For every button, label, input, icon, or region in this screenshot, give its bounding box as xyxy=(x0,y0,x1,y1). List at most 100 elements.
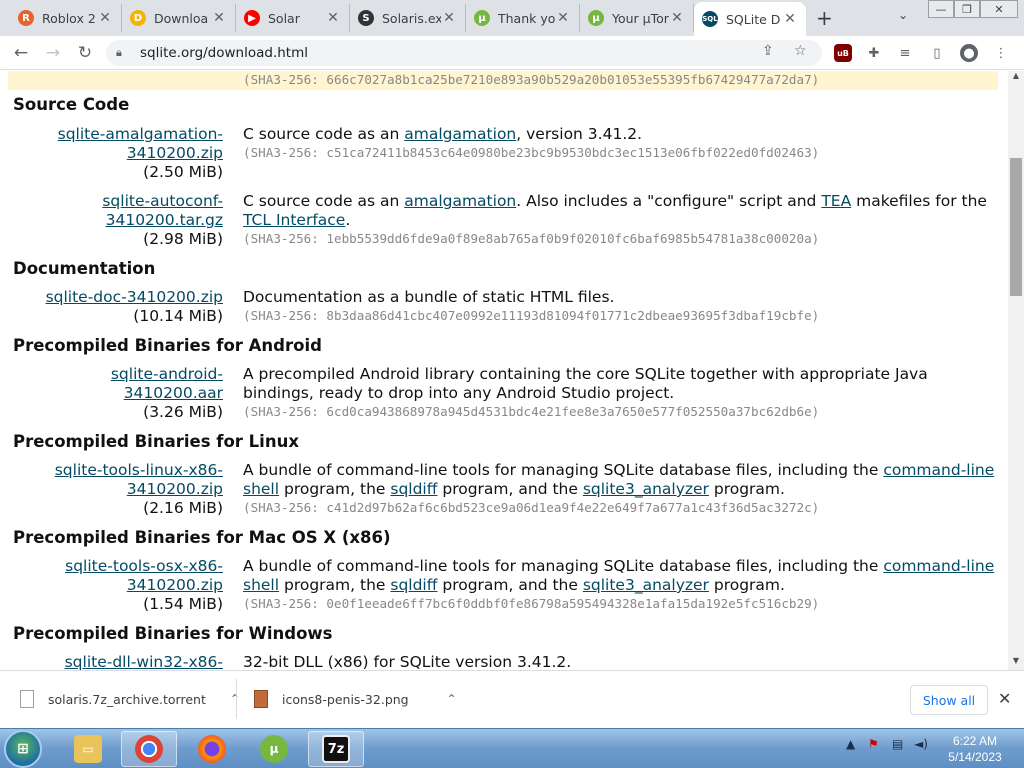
url-text[interactable]: sqlite.org/download.html xyxy=(140,45,308,61)
start-button[interactable]: ⊞ xyxy=(4,730,42,768)
chrome-taskbar-button[interactable] xyxy=(121,731,177,767)
close-window-button[interactable]: ✕ xyxy=(980,0,1018,18)
description-fragment: A bundle of command-line tools for manag… xyxy=(243,557,884,575)
section-heading: Precompiled Binaries for Windows xyxy=(13,624,333,643)
download-file-link[interactable]: 3410200.zip xyxy=(58,144,223,163)
file-size: (10.14 MiB) xyxy=(133,307,223,325)
7zip-taskbar-button[interactable]: 7z xyxy=(308,731,364,767)
reload-icon[interactable]: ↻ xyxy=(74,42,96,64)
download-file-link[interactable]: sqlite-tools-osx-x86- xyxy=(65,557,223,576)
chevron-up-icon[interactable]: ⌃ xyxy=(230,692,240,706)
browser-tab[interactable]: ▶ Solar ✕ xyxy=(236,4,350,32)
download-filename[interactable]: solaris.7z_archive.torrent xyxy=(48,692,206,707)
download-file-link[interactable]: 3410200.zip xyxy=(55,480,223,499)
download-file-link[interactable]: 3410200.aar xyxy=(111,384,223,403)
browser-tab[interactable]: µ Thank yo ✕ xyxy=(466,4,580,32)
scroll-up-arrow-icon[interactable]: ▲ xyxy=(1008,71,1024,85)
download-item[interactable]: solaris.7z_archive.torrent ⌃ xyxy=(20,681,240,717)
maximize-button[interactable]: ❐ xyxy=(954,0,980,18)
download-filename[interactable]: icons8-penis-32.png xyxy=(282,692,409,707)
menu-kebab-icon[interactable]: ⋮ xyxy=(992,44,1010,62)
doc-link[interactable]: amalgamation xyxy=(404,125,516,143)
file-description: 32-bit DLL (x86) for SQLite version 3.41… xyxy=(243,653,1003,670)
explorer-taskbar-button[interactable]: ▭ xyxy=(60,731,116,767)
bookmark-star-icon[interactable]: ☆ xyxy=(794,43,807,59)
download-file-link[interactable]: sqlite-tools-linux-x86- xyxy=(55,461,223,480)
doc-link[interactable]: sqlite3_analyzer xyxy=(583,480,709,498)
page-content: (SHA3-256: 666c7027a8b1ca25be7210e893a90… xyxy=(0,71,1008,670)
doc-link[interactable]: sqldiff xyxy=(390,480,437,498)
tab-close-icon[interactable]: ✕ xyxy=(669,10,685,26)
new-tab-button[interactable]: + xyxy=(816,6,833,30)
back-arrow-icon[interactable]: ← xyxy=(10,42,32,64)
minimize-button[interactable]: — xyxy=(928,0,954,18)
browser-toolbar: ← → ↻ 🔒︎ sqlite.org/download.html ⇪ ☆ uB… xyxy=(0,36,1024,70)
download-file-link[interactable]: sqlite-doc-3410200.zip xyxy=(46,288,223,307)
download-file-link[interactable]: 3410200.zip xyxy=(65,576,223,595)
description-fragment: program, and the xyxy=(437,576,583,594)
tab-favicon-icon: ▶ xyxy=(244,10,260,26)
forward-arrow-icon[interactable]: → xyxy=(42,42,64,64)
doc-link[interactable]: TEA xyxy=(821,192,851,210)
scroll-down-arrow-icon[interactable]: ▼ xyxy=(1008,656,1024,670)
tab-close-icon[interactable]: ✕ xyxy=(97,10,113,26)
sha-hash: (SHA3-256: 8b3daa86d41cbc407e0992e11193d… xyxy=(243,308,820,323)
file-description: C source code as an amalgamation, versio… xyxy=(243,125,1003,162)
network-icon[interactable]: ▤ xyxy=(892,737,903,751)
side-panel-icon[interactable]: ▯ xyxy=(928,44,946,62)
description-fragment: program, and the xyxy=(437,480,583,498)
download-file-link[interactable]: sqlite-dll-win32-x86- xyxy=(65,653,223,670)
media-control-icon[interactable]: ≡ xyxy=(896,44,914,62)
close-icon[interactable]: ✕ xyxy=(998,689,1011,708)
browser-tab[interactable]: R Roblox 2 ✕ xyxy=(10,4,122,32)
share-icon[interactable]: ⇪ xyxy=(762,43,774,59)
volume-icon[interactable]: ◄) xyxy=(914,737,928,751)
tab-close-icon[interactable]: ✕ xyxy=(211,10,227,26)
doc-link[interactable]: sqldiff xyxy=(390,576,437,594)
address-bar[interactable]: 🔒︎ sqlite.org/download.html ⇪ ☆ xyxy=(106,40,822,66)
tab-title: Your µTor xyxy=(612,10,669,26)
browser-tab[interactable]: S Solaris.ex ✕ xyxy=(350,4,466,32)
tab-close-icon[interactable]: ✕ xyxy=(441,10,457,26)
browser-tab[interactable]: µ Your µTor ✕ xyxy=(580,4,694,32)
vertical-scrollbar[interactable]: ▲ ▼ xyxy=(1008,71,1024,670)
download-shelf: solaris.7z_archive.torrent ⌃ icons8-peni… xyxy=(0,670,1024,728)
top-sha-hash: (SHA3-256: 666c7027a8b1ca25be7210e893a90… xyxy=(243,72,820,87)
download-file-link[interactable]: sqlite-android- xyxy=(111,365,223,384)
doc-link[interactable]: sqlite3_analyzer xyxy=(583,576,709,594)
download-item[interactable]: icons8-penis-32.png ⌃ xyxy=(254,681,457,717)
chevron-up-icon[interactable]: ⌃ xyxy=(447,692,457,706)
show-all-button[interactable]: Show all xyxy=(910,685,988,715)
utorrent-taskbar-button[interactable]: µ xyxy=(246,731,302,767)
tab-close-icon[interactable]: ✕ xyxy=(555,10,571,26)
system-clock[interactable]: 6:22 AM 5/14/2023 xyxy=(940,733,1010,765)
doc-link[interactable]: amalgamation xyxy=(404,192,516,210)
description-fragment: , version 3.41.2. xyxy=(516,125,643,143)
description-fragment: 32-bit DLL (x86) for SQLite version 3.41… xyxy=(243,653,572,670)
extensions-puzzle-icon[interactable]: ✚ xyxy=(865,44,883,62)
browser-tab[interactable]: D Downloa ✕ xyxy=(122,4,236,32)
section-heading: Documentation xyxy=(13,259,156,278)
tab-search-chevron-icon[interactable]: ⌄ xyxy=(898,8,908,22)
profile-avatar-icon[interactable]: ● xyxy=(960,44,978,62)
folder-icon: ▭ xyxy=(74,735,102,763)
file-link-cell: sqlite-dll-win32-x86- xyxy=(65,653,223,670)
tab-close-icon[interactable]: ✕ xyxy=(782,11,798,27)
sha-hash: (SHA3-256: 1ebb5539dd6fde9a0f89e8ab765af… xyxy=(243,231,820,246)
doc-link[interactable]: TCL Interface xyxy=(243,211,345,229)
tab-favicon-icon: D xyxy=(130,10,146,26)
description-fragment: program, the xyxy=(279,480,391,498)
download-file-link[interactable]: 3410200.tar.gz xyxy=(102,211,223,230)
download-separator xyxy=(236,679,237,719)
network-warning-icon[interactable]: ⚑ xyxy=(868,737,879,751)
download-file-link[interactable]: sqlite-amalgamation- xyxy=(58,125,223,144)
show-hidden-icons-arrow-icon[interactable]: ▲ xyxy=(846,737,855,751)
lock-icon[interactable]: 🔒︎ xyxy=(116,46,130,60)
browser-tab[interactable]: SQL SQLite D ✕ xyxy=(694,2,806,36)
download-file-link[interactable]: sqlite-autoconf- xyxy=(102,192,223,211)
ublock-origin-icon[interactable]: uB xyxy=(834,44,852,62)
scrollbar-thumb[interactable] xyxy=(1010,158,1022,296)
tab-close-icon[interactable]: ✕ xyxy=(325,10,341,26)
tab-favicon-icon: R xyxy=(18,10,34,26)
firefox-taskbar-button[interactable] xyxy=(184,731,240,767)
